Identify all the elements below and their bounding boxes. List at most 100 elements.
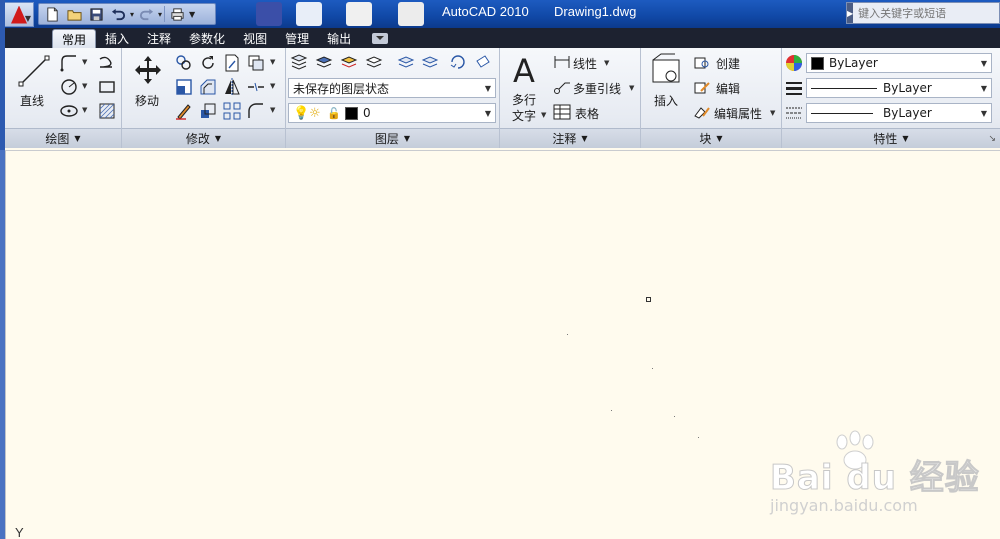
undo-dropdown-icon[interactable]: ▾ [130,10,134,19]
fillet-icon[interactable] [246,101,266,121]
annotation-panel-title[interactable]: 注释 ▼ [500,128,640,148]
hatch-icon[interactable] [97,101,117,121]
move-label[interactable]: 移动 [135,92,159,109]
polyline-dropdown-icon[interactable]: ▼ [82,58,87,66]
search-input[interactable] [853,4,1000,22]
modify-dropdown-icon[interactable]: ▼ [270,58,275,66]
layer-off-icon[interactable] [364,52,384,72]
color-select[interactable]: ByLayer ▼ [806,53,992,73]
table-icon[interactable] [553,104,571,120]
layer-properties-icon[interactable] [289,52,309,72]
create-block-icon[interactable] [693,54,711,70]
layer-color-swatch[interactable] [345,106,358,120]
linear-dimension-icon[interactable] [553,54,571,70]
move-icon[interactable] [132,54,164,86]
edit-attributes-icon[interactable] [693,104,711,120]
polyline-icon[interactable] [59,53,79,73]
block-panel-title[interactable]: 块 ▼ [641,128,781,148]
scale-icon[interactable] [198,101,218,121]
redo-icon[interactable] [136,5,156,23]
linear-dimension-label[interactable]: 线性 [573,55,597,72]
save-icon[interactable] [86,5,106,23]
rectangle-icon[interactable] [97,77,117,97]
sun-freeze-icon[interactable]: ☼ [309,106,327,121]
lineweight-icon[interactable] [785,79,803,97]
line-tool-icon[interactable] [17,54,51,88]
tab-manage[interactable]: 管理 [276,29,318,48]
multileader-icon[interactable] [553,79,571,95]
properties-panel-title[interactable]: 特性 ▼ ↘ [782,128,1000,148]
erase-icon[interactable] [174,101,194,121]
mtext-dropdown-icon[interactable]: ▼ [541,111,546,119]
circle-icon[interactable] [59,77,79,97]
stretch-icon[interactable] [174,77,194,97]
modify-panel-title[interactable]: 修改 ▼ [122,128,285,148]
layer-lock-icon[interactable] [473,52,493,72]
array-stack-icon[interactable] [246,53,266,73]
toolbar-divider [164,6,166,22]
insert-block-icon[interactable] [649,52,685,88]
mtext-label-line2[interactable]: 文字 [512,107,536,124]
create-block-label[interactable]: 创建 [716,55,740,72]
window-frame-edge [0,0,5,150]
layer-state-icon[interactable] [314,52,334,72]
ellipse-dropdown-icon[interactable]: ▼ [82,106,87,114]
insert-block-label[interactable]: 插入 [654,92,678,109]
mirror-icon[interactable] [222,77,242,97]
mtext-label-line1[interactable]: 多行 [512,91,536,108]
table-label[interactable]: 表格 [575,105,599,122]
current-layer-select[interactable]: 💡 ☼ 🔓 0 ▼ [288,103,496,123]
open-folder-icon[interactable] [64,5,84,23]
multileader-label[interactable]: 多重引线 [573,80,621,97]
plot-printer-icon[interactable] [167,5,187,23]
redo-dropdown-icon[interactable]: ▾ [158,10,162,19]
edit-block-label[interactable]: 编辑 [716,80,740,97]
tab-home[interactable]: 常用 [52,29,97,48]
layer-match-icon[interactable] [396,52,416,72]
fillet-dropdown-icon[interactable]: ▼ [270,106,275,114]
layer-isolate-icon[interactable] [339,52,359,72]
multileader-dropdown-icon[interactable]: ▼ [629,84,634,92]
tab-parametric[interactable]: 参数化 [180,29,234,48]
lineweight-select[interactable]: ByLayer ▼ [806,78,992,98]
chevron-down-icon: ▼ [581,134,588,143]
edit-block-icon[interactable] [693,79,711,95]
circle-dropdown-icon[interactable]: ▼ [82,82,87,90]
tab-annotate[interactable]: 注释 [138,29,180,48]
application-menu-button[interactable]: ▼ [4,2,34,27]
linetype-select[interactable]: ByLayer ▼ [806,103,992,123]
linear-dropdown-icon[interactable]: ▼ [604,59,609,67]
rotate-icon[interactable] [198,53,218,73]
copy-icon[interactable] [174,53,194,73]
panel-launcher-icon[interactable]: ↘ [988,134,996,144]
multiline-text-icon[interactable]: A [510,52,540,88]
tab-insert[interactable]: 插入 [96,29,138,48]
trim-icon[interactable] [222,53,242,73]
layer-state-select[interactable]: 未保存的图层状态 ▼ [288,78,496,98]
new-file-icon[interactable] [42,5,62,23]
edit-attributes-label[interactable]: 编辑属性 [714,105,762,122]
spline-icon[interactable] [97,53,117,73]
break-icon[interactable] [246,77,266,97]
layers-panel-title[interactable]: 图层 ▼ [286,128,499,148]
canvas-dot [611,410,612,411]
layer-previous-icon[interactable] [420,52,440,72]
rectangular-array-icon[interactable] [222,101,242,121]
ellipse-icon[interactable] [59,101,79,121]
draw-panel-title[interactable]: 绘图 ▼ [5,128,121,148]
line-tool-label[interactable]: 直线 [20,92,44,109]
tab-output[interactable]: 输出 [318,29,360,48]
layer-walk-icon[interactable] [448,52,468,72]
break-dropdown-icon[interactable]: ▼ [270,82,275,90]
linetype-preview [811,112,873,114]
edit-attributes-dropdown-icon[interactable]: ▼ [770,109,775,117]
undo-icon[interactable] [108,5,128,23]
minimize-ribbon-button[interactable] [372,32,389,44]
linetype-icon[interactable] [785,104,803,122]
color-wheel-icon[interactable] [785,54,803,72]
unlocked-padlock-icon[interactable]: 🔓 [327,107,345,120]
customize-toolbar-icon[interactable]: ▼ [189,10,195,19]
offset-icon[interactable] [198,77,218,97]
light-bulb-icon[interactable]: 💡 [293,106,309,121]
tab-view[interactable]: 视图 [234,29,276,48]
